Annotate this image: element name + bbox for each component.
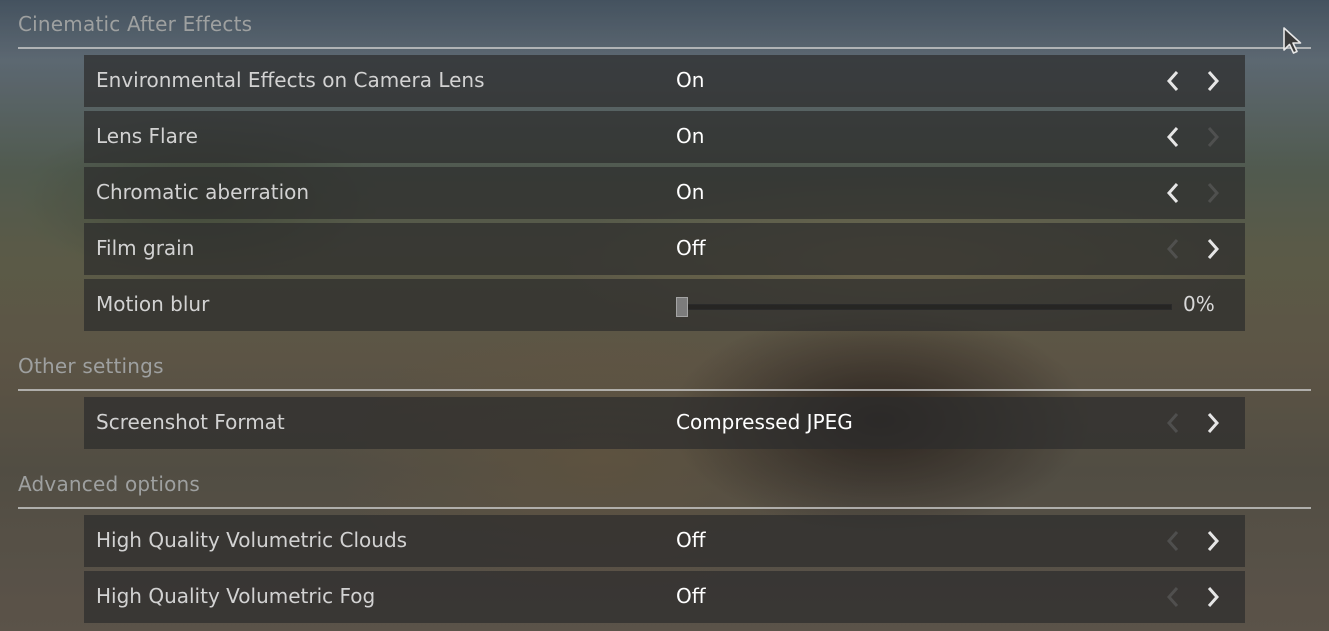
chevron-left-icon xyxy=(1162,411,1184,435)
mouse-pointer-icon xyxy=(1282,26,1304,56)
setting-row-lens-flare[interactable]: Lens Flare On xyxy=(84,111,1245,163)
chevron-right-icon[interactable] xyxy=(1202,69,1224,93)
chevron-right-icon xyxy=(1202,125,1224,149)
setting-row-volumetric-clouds[interactable]: High Quality Volumetric Clouds Off xyxy=(84,515,1245,567)
slider-value: 0% xyxy=(1183,292,1215,316)
section-title: Other settings xyxy=(18,354,164,378)
section-title: Advanced options xyxy=(18,472,201,496)
setting-value: Off xyxy=(676,236,706,260)
chevron-left-icon xyxy=(1162,585,1184,609)
setting-value: Off xyxy=(676,584,706,608)
setting-row-chromatic-aberration[interactable]: Chromatic aberration On xyxy=(84,167,1245,219)
setting-row-film-grain[interactable]: Film grain Off xyxy=(84,223,1245,275)
chevron-right-icon[interactable] xyxy=(1202,529,1224,553)
setting-row-volumetric-fog[interactable]: High Quality Volumetric Fog Off xyxy=(84,571,1245,623)
chevron-left-icon[interactable] xyxy=(1162,181,1184,205)
setting-label: Screenshot Format xyxy=(96,410,285,434)
chevron-right-icon[interactable] xyxy=(1202,585,1224,609)
chevron-left-icon xyxy=(1162,529,1184,553)
section-header-advanced-options: Advanced options xyxy=(18,472,1311,509)
motion-blur-slider-handle[interactable] xyxy=(676,297,688,317)
setting-row-screenshot-format[interactable]: Screenshot Format Compressed JPEG xyxy=(84,397,1245,449)
setting-label: Film grain xyxy=(96,236,195,260)
chevron-right-icon[interactable] xyxy=(1202,237,1224,261)
setting-label: Lens Flare xyxy=(96,124,198,148)
setting-label: High Quality Volumetric Fog xyxy=(96,584,376,608)
section-title: Cinematic After Effects xyxy=(18,12,253,36)
setting-row-environmental-effects[interactable]: Environmental Effects on Camera Lens On xyxy=(84,55,1245,107)
chevron-left-icon[interactable] xyxy=(1162,125,1184,149)
setting-label: Environmental Effects on Camera Lens xyxy=(96,68,485,92)
setting-label: Motion blur xyxy=(96,292,210,316)
setting-value: Off xyxy=(676,528,706,552)
setting-value: On xyxy=(676,124,705,148)
section-header-cinematic: Cinematic After Effects xyxy=(18,12,1311,49)
chevron-left-icon xyxy=(1162,237,1184,261)
motion-blur-slider-track[interactable] xyxy=(676,304,1172,310)
section-header-other-settings: Other settings xyxy=(18,354,1311,391)
chevron-right-icon xyxy=(1202,181,1224,205)
setting-value: Compressed JPEG xyxy=(676,410,853,434)
chevron-left-icon[interactable] xyxy=(1162,69,1184,93)
setting-label: High Quality Volumetric Clouds xyxy=(96,528,408,552)
chevron-right-icon[interactable] xyxy=(1202,411,1224,435)
setting-value: On xyxy=(676,68,705,92)
setting-label: Chromatic aberration xyxy=(96,180,310,204)
setting-row-motion-blur[interactable]: Motion blur 0% xyxy=(84,279,1245,331)
setting-value: On xyxy=(676,180,705,204)
